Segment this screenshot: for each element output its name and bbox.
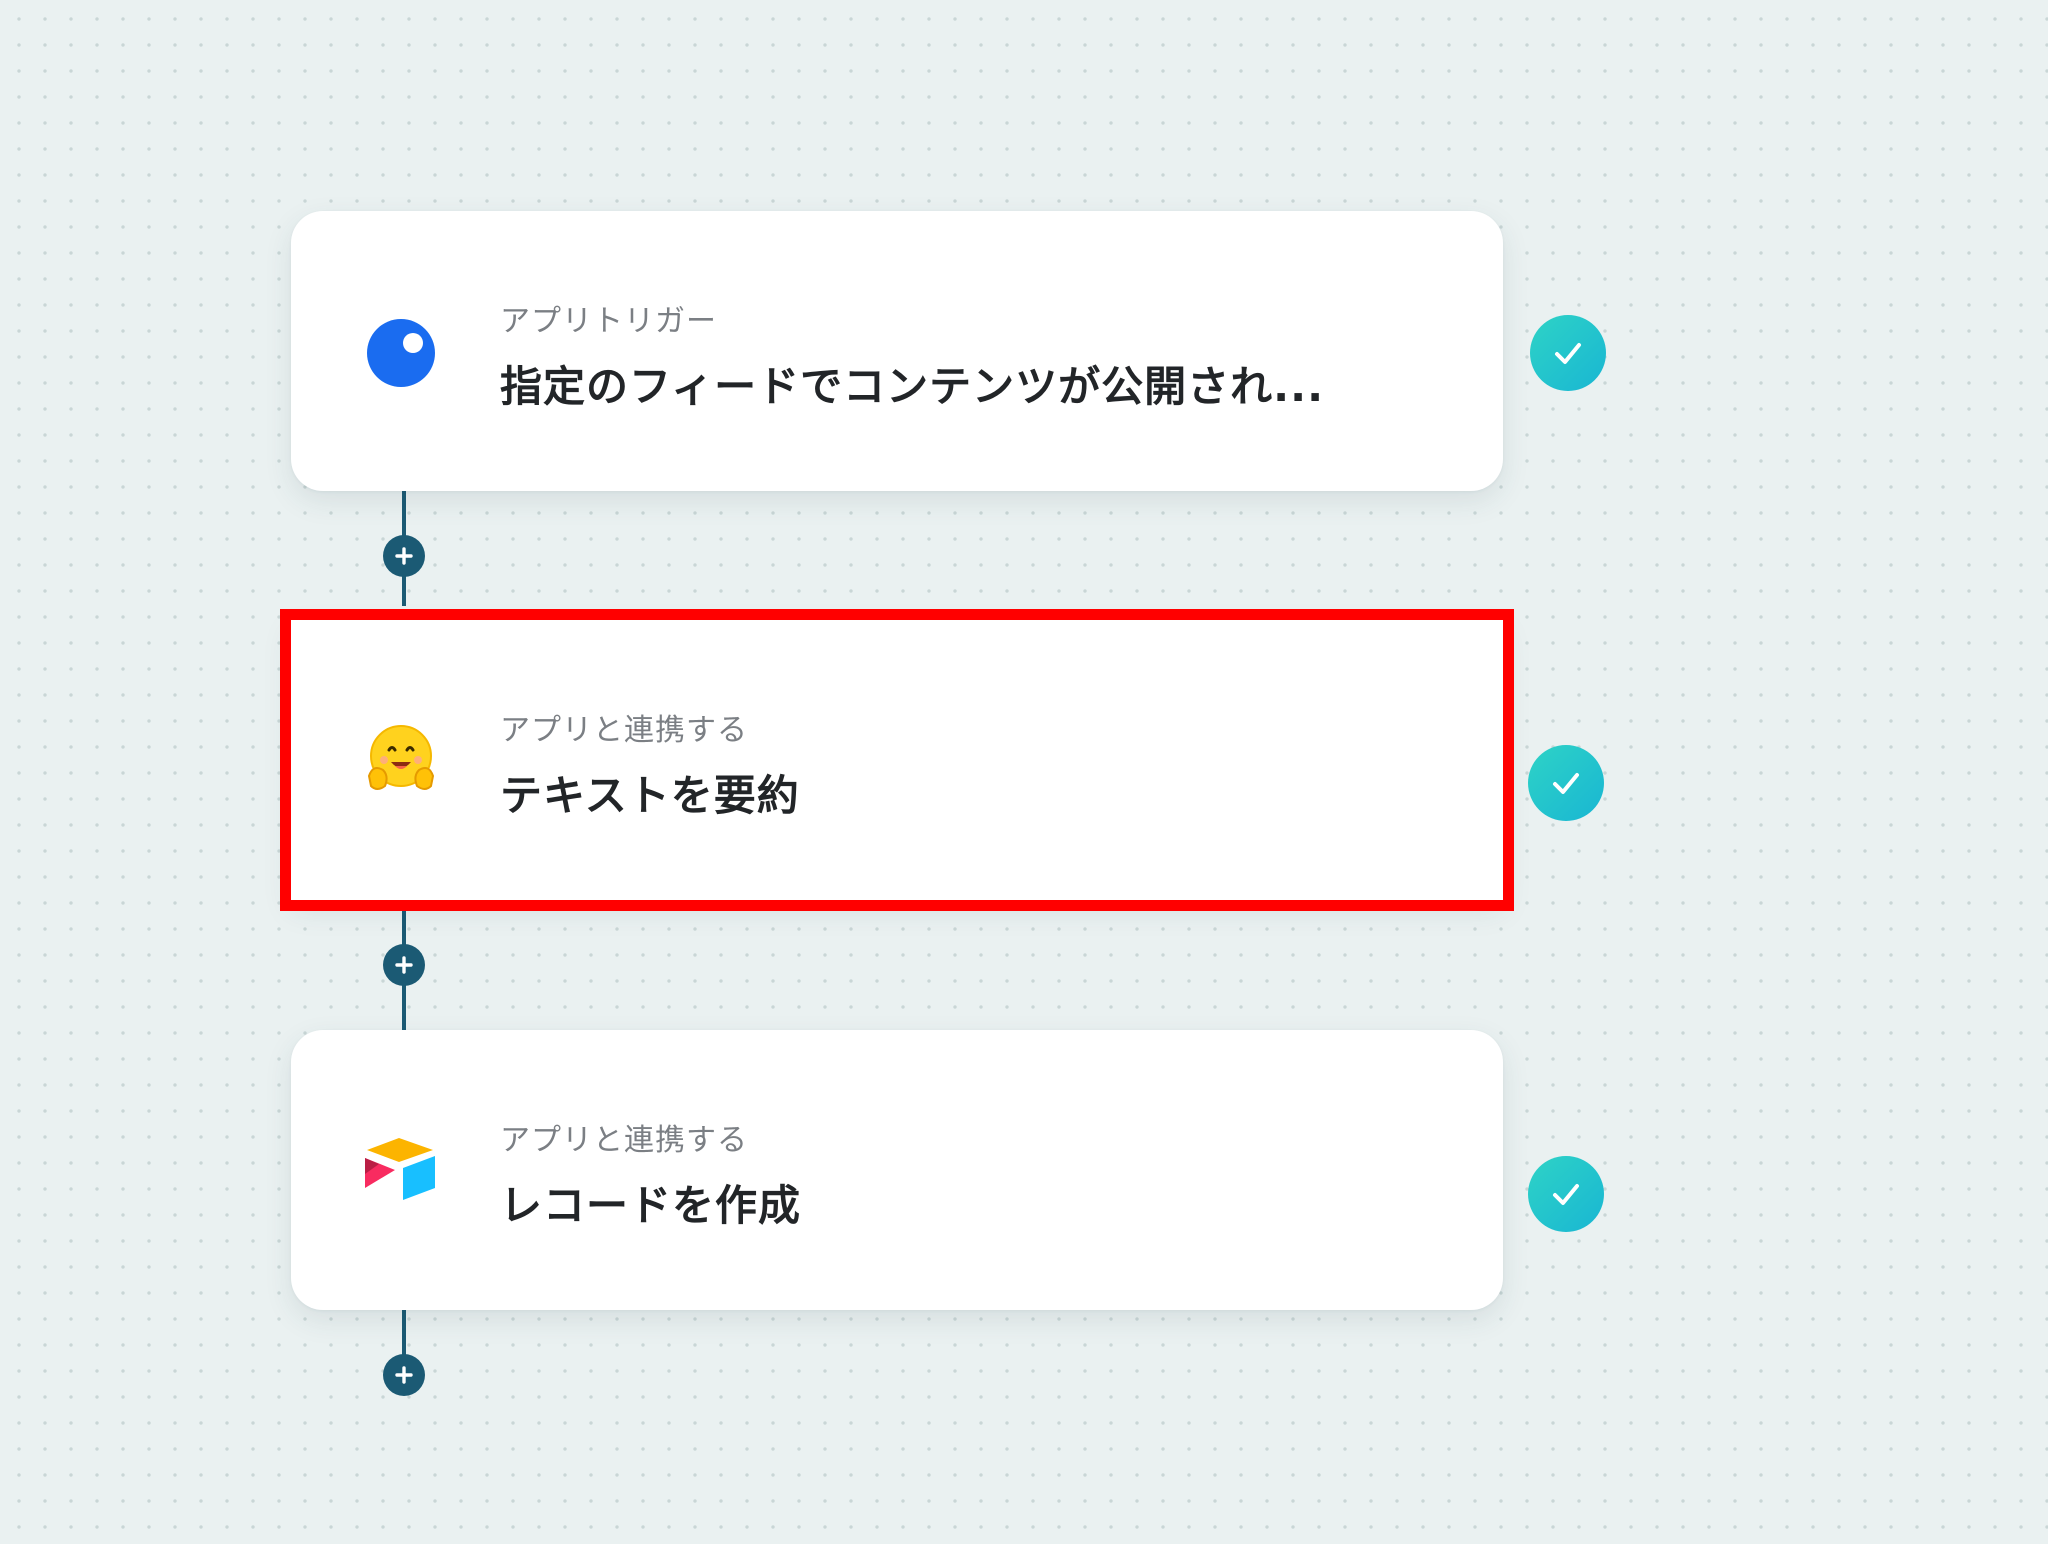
flow-step-card-summarize[interactable]: アプリと連携する テキストを要約 — [280, 609, 1514, 911]
step-type-label: アプリと連携する — [500, 1123, 748, 1158]
plus-icon — [395, 547, 413, 565]
step-type-label: アプリと連携する — [500, 713, 748, 748]
completed-check-icon — [1528, 1156, 1604, 1232]
step-title: テキストを要約 — [500, 771, 800, 820]
flow-step-card-create-record[interactable]: アプリと連携する レコードを作成 — [291, 1030, 1503, 1310]
hugging-face-icon — [361, 720, 441, 800]
step-type-label: アプリトリガー — [500, 304, 717, 339]
step-title: 指定のフィードでコンテンツが公開され... — [500, 362, 1325, 411]
flow-step-card-trigger[interactable]: アプリトリガー 指定のフィードでコンテンツが公開され... — [291, 211, 1503, 491]
airtable-icon — [361, 1130, 441, 1210]
step-title: レコードを作成 — [500, 1181, 802, 1230]
add-step-button[interactable] — [383, 535, 425, 577]
add-step-button[interactable] — [383, 1354, 425, 1396]
plus-icon — [395, 956, 413, 974]
flow-canvas[interactable]: アプリトリガー 指定のフィードでコンテンツが公開され... アプリと連携する テ… — [0, 0, 2048, 1544]
plus-icon — [395, 1366, 413, 1384]
completed-check-icon — [1528, 745, 1604, 821]
add-step-button[interactable] — [383, 944, 425, 986]
completed-check-icon — [1530, 315, 1606, 391]
blue-circle-app-icon — [361, 311, 441, 391]
